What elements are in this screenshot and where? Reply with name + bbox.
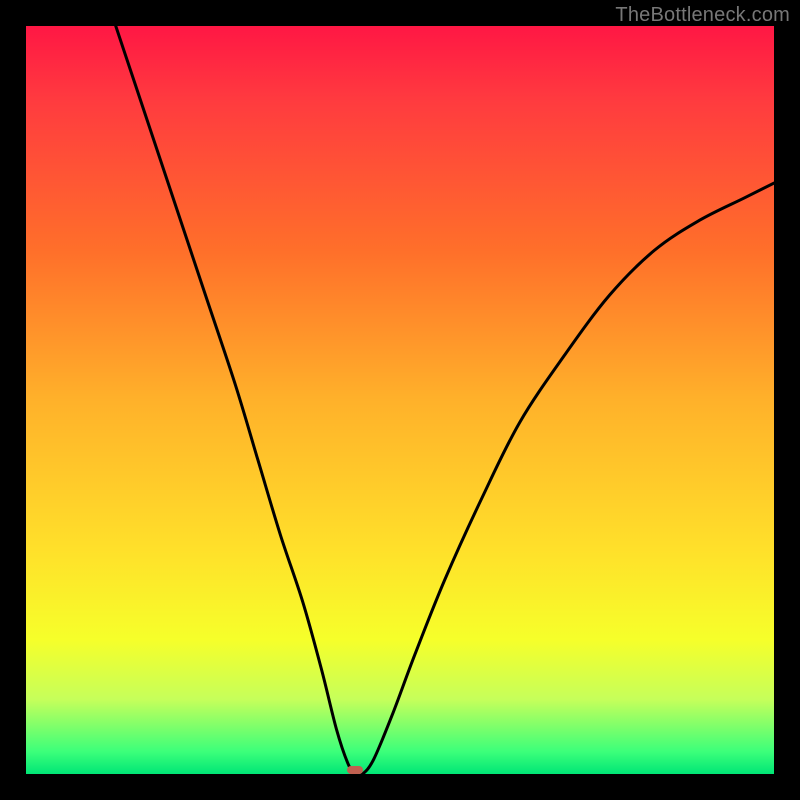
chart-stage: TheBottleneck.com: [0, 0, 800, 800]
bottleneck-curve: [26, 26, 774, 774]
watermark-text: TheBottleneck.com: [615, 4, 790, 27]
minimum-marker: [347, 766, 363, 774]
plot-area: [26, 26, 774, 774]
